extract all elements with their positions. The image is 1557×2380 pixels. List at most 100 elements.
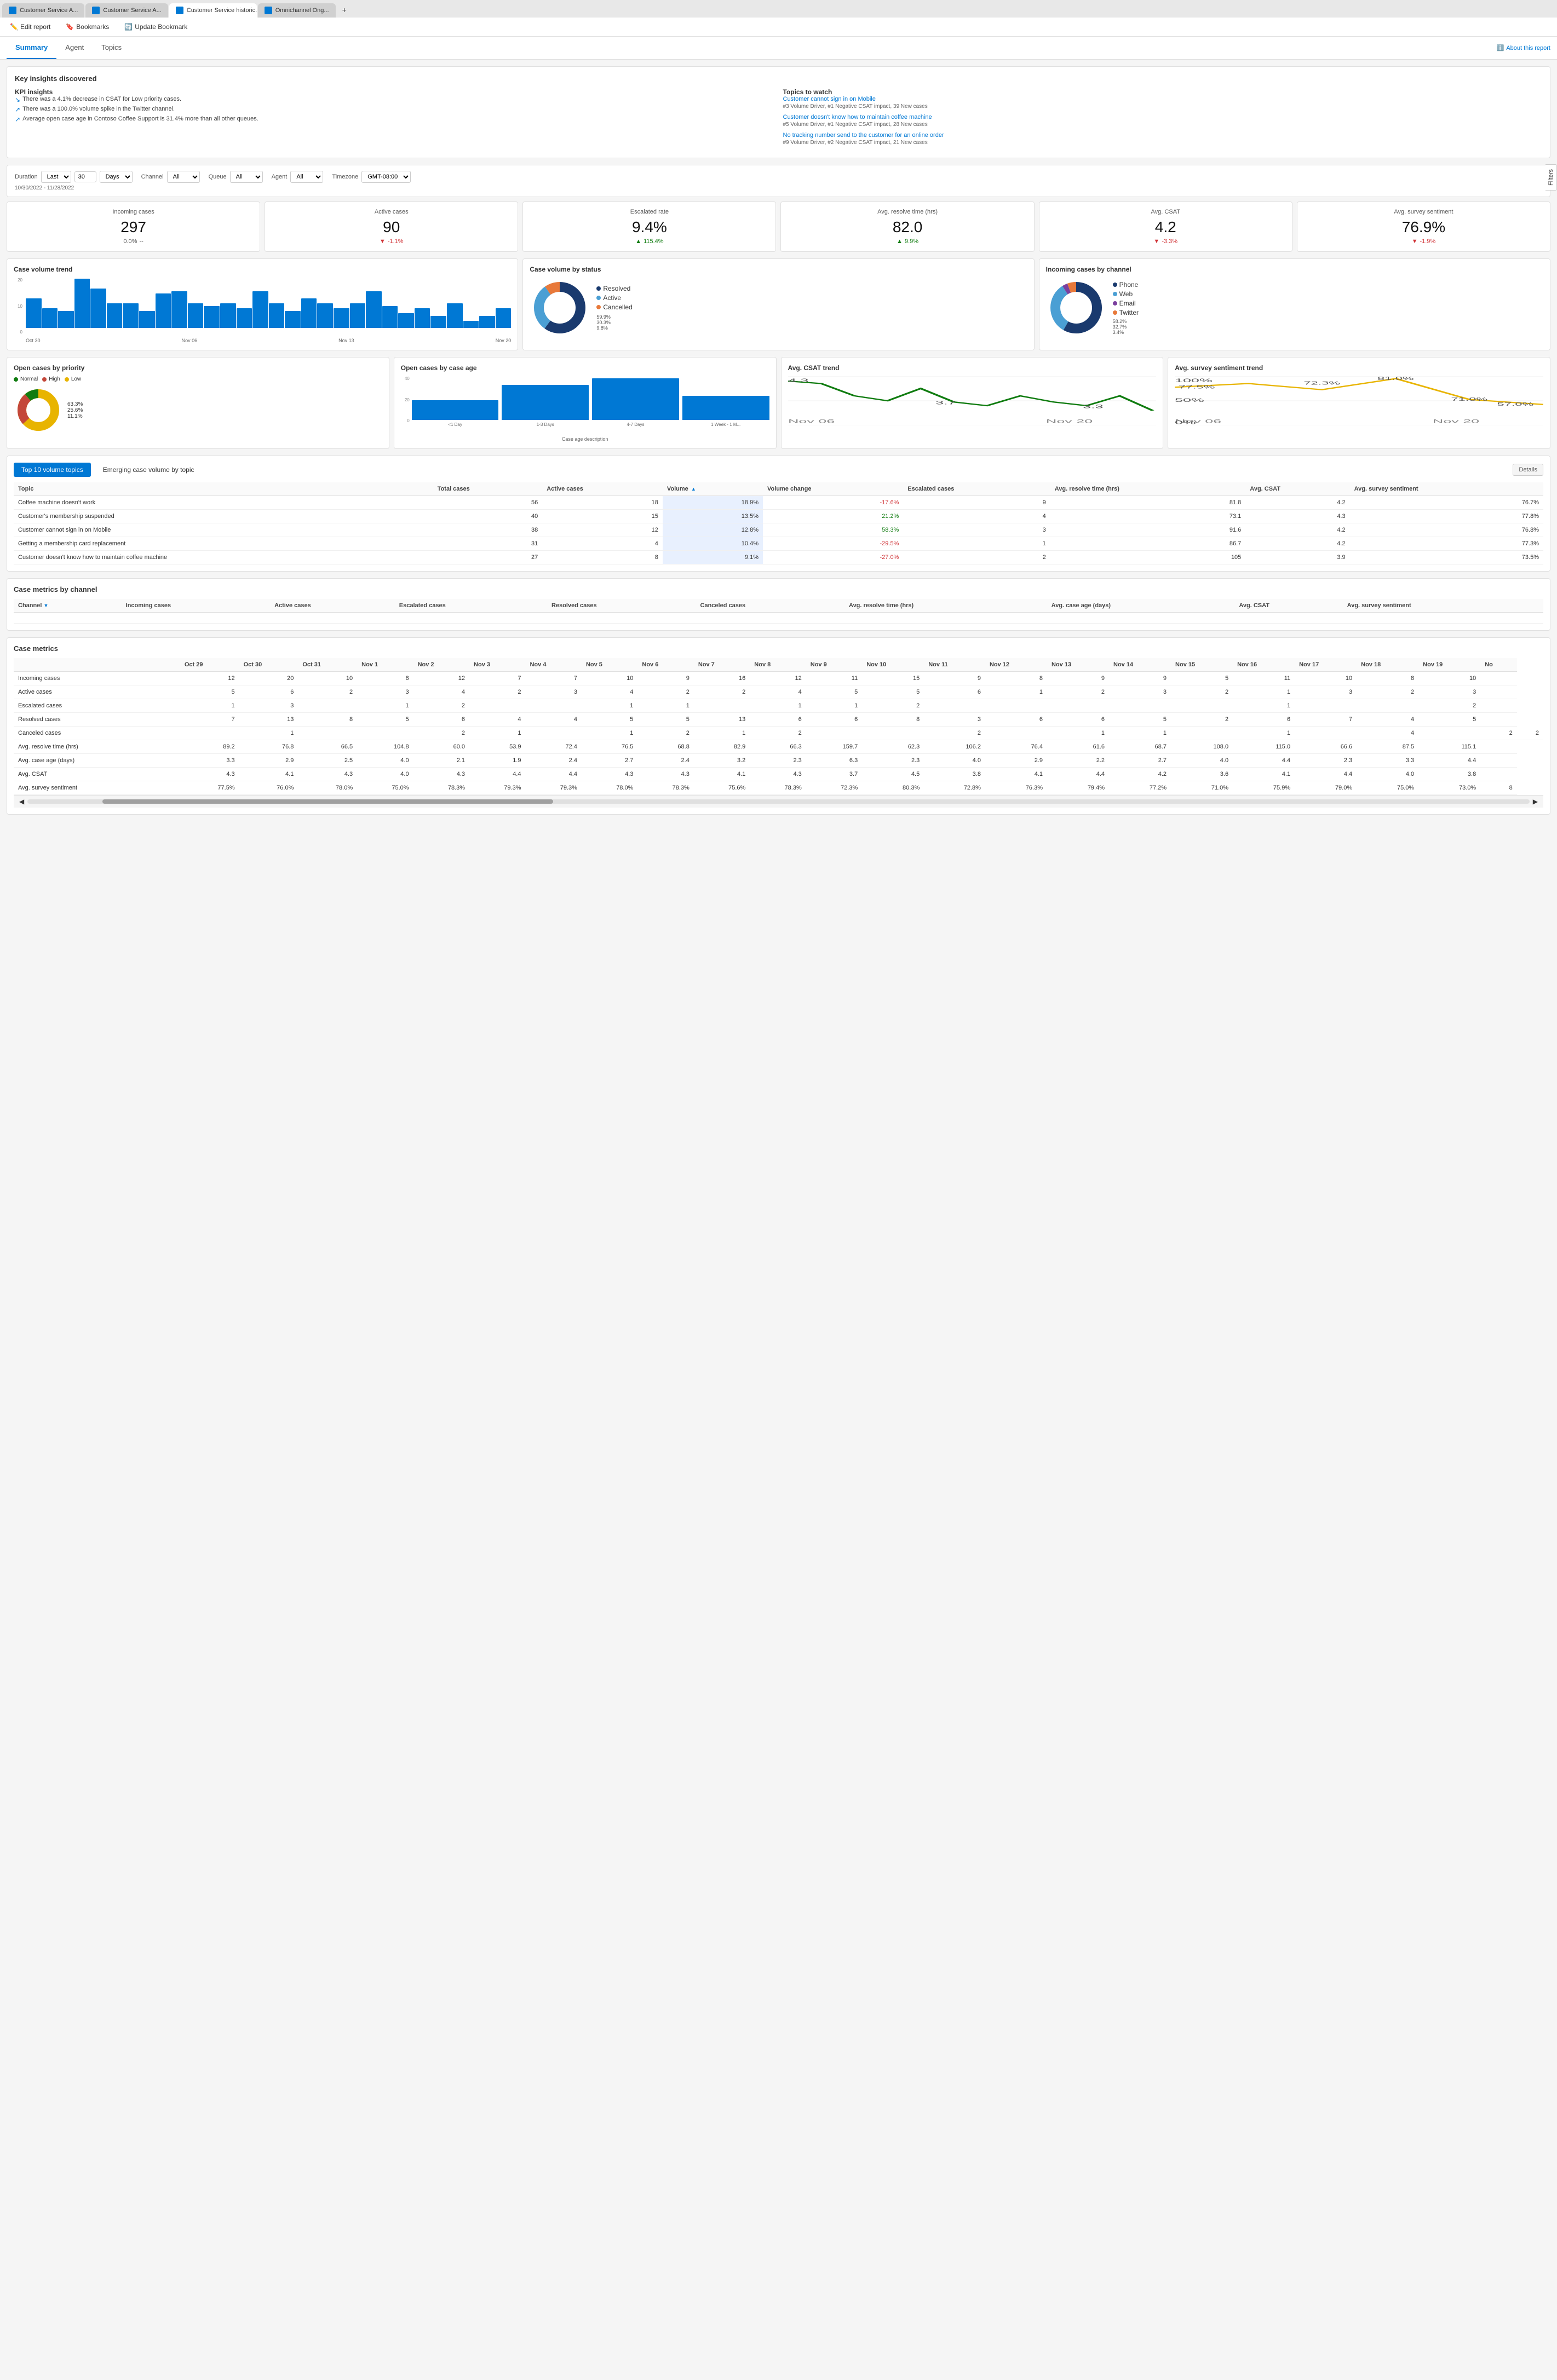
update-bookmark-button[interactable]: 🔄 Update Bookmark <box>121 21 191 33</box>
case-metrics-scroll[interactable]: Oct 29 Oct 30 Oct 31 Nov 1 Nov 2 Nov 3 N… <box>14 658 1543 795</box>
duration-unit-select[interactable]: Days <box>100 171 133 183</box>
cancelled-dot <box>596 305 601 309</box>
age-x-labels: <1 Day 1-3 Days 4-7 Days 1 Week - 1 M... <box>412 422 769 427</box>
tab-topics[interactable]: Topics <box>93 37 130 59</box>
volume-bar-4 <box>90 289 106 328</box>
tab-summary[interactable]: Summary <box>7 37 56 59</box>
volume-bar-10 <box>188 303 204 328</box>
about-this-report[interactable]: ℹ️ About this report <box>1497 44 1550 51</box>
cm-cell-7-19: 4.4 <box>1295 768 1357 781</box>
cm-cell-0-21: 10 <box>1418 672 1480 685</box>
topic-name-3: Getting a membership card replacement <box>14 537 433 551</box>
case-metrics-table: Oct 29 Oct 30 Oct 31 Nov 1 Nov 2 Nov 3 N… <box>14 658 1543 795</box>
scroll-left-arrow[interactable]: ◀ <box>16 798 27 805</box>
kpi-active-cases: Active cases 90 ▼ -1.1% <box>265 201 518 252</box>
tab-label-3: Customer Service historic... <box>187 7 257 14</box>
browser-tab-4[interactable]: Omnichannel Ong... <box>258 3 336 18</box>
cm-cell-8-16: 77.2% <box>1109 781 1171 795</box>
cm-cell-8-7: 78.0% <box>582 781 637 795</box>
kpi-csat-change: ▼ -3.3% <box>1046 238 1285 245</box>
toolbar: ✏️ Edit report 🔖 Bookmarks 🔄 Update Book… <box>0 18 1557 37</box>
cm-cell-8-3: 75.0% <box>357 781 413 795</box>
topic-link-2[interactable]: No tracking number send to the customer … <box>783 132 1543 139</box>
ch-col-csat: Avg. CSAT <box>1234 599 1342 613</box>
browser-tab-1[interactable]: Customer Service A... <box>2 3 84 18</box>
cm-cell-8-5: 79.3% <box>469 781 525 795</box>
topic-link-0[interactable]: Customer cannot sign in on Mobile <box>783 96 1543 102</box>
cm-cell-7-3: 4.0 <box>357 768 413 781</box>
volume-bar-15 <box>269 303 285 328</box>
case-age-chart: 40 20 0 <1 Day 1-3 Days 4-7 Days 1 Week … <box>401 376 769 436</box>
timezone-select[interactable]: GMT-08:00 <box>361 171 411 183</box>
cm-cell-0-6: 7 <box>525 672 581 685</box>
top-10-volume-topics-button[interactable]: Top 10 volume topics <box>14 463 91 477</box>
up-arrow-escalated: ▲ <box>635 238 641 245</box>
browser-tab-2[interactable]: Customer Service A... <box>85 3 168 18</box>
topic-escalated-1: 4 <box>903 510 1050 523</box>
bookmarks-button[interactable]: 🔖 Bookmarks <box>62 21 112 33</box>
cm-cell-8-9: 75.6% <box>694 781 750 795</box>
ch-col-active: Active cases <box>270 599 395 613</box>
cm-cell-7-5: 4.4 <box>469 768 525 781</box>
topic-meta-1: #5 Volume Driver, #1 Negative CSAT impac… <box>783 122 1543 128</box>
cm-cell-6-16: 2.7 <box>1109 754 1171 768</box>
col-escalated: Escalated cases <box>903 482 1050 496</box>
cm-cell-4-23: 2 <box>1517 727 1543 740</box>
cm-cell-5-3: 104.8 <box>357 740 413 754</box>
emerging-case-volume-button[interactable]: Emerging case volume by topic <box>95 463 202 477</box>
topic-total-3: 31 <box>433 537 543 551</box>
topic-row-0: Coffee machine doesn't work 56 18 18.9% … <box>14 496 1543 510</box>
topic-row-1: Customer's membership suspended 40 15 13… <box>14 510 1543 523</box>
cm-col-nov18: Nov 18 <box>1357 658 1418 672</box>
cm-cell-1-3: 3 <box>357 685 413 699</box>
ch-col-sentiment: Avg. survey sentiment <box>1343 599 1543 613</box>
topic-csat-1: 4.3 <box>1245 510 1349 523</box>
twitter-dot <box>1113 310 1117 315</box>
edit-report-button[interactable]: ✏️ Edit report <box>7 21 54 33</box>
agent-select[interactable]: All <box>290 171 323 183</box>
topic-volume-2: 12.8% <box>663 523 763 537</box>
svg-text:Nov 20: Nov 20 <box>1045 419 1092 424</box>
add-tab-button[interactable]: + <box>337 2 352 18</box>
topics-header: Top 10 volume topics Emerging case volum… <box>14 463 1543 477</box>
tab-icon-4 <box>265 7 272 14</box>
tab-label-4: Omnichannel Ong... <box>275 7 329 14</box>
topic-escalated-2: 3 <box>903 523 1050 537</box>
legend-phone: Phone <box>1113 281 1139 289</box>
cm-col-oct30: Oct 30 <box>239 658 298 672</box>
tab-agent[interactable]: Agent <box>56 37 93 59</box>
queue-select[interactable]: All <box>230 171 263 183</box>
details-button[interactable]: Details <box>1513 464 1543 476</box>
scroll-track[interactable] <box>27 799 1530 804</box>
filters-tab-button[interactable]: Filters <box>1545 164 1557 191</box>
filters-sidebar: Filters <box>1545 164 1557 191</box>
cm-col-nov1: Nov 1 <box>357 658 413 672</box>
channel-select[interactable]: All <box>167 171 200 183</box>
svg-text:81.0%: 81.0% <box>1377 376 1414 381</box>
arrow-icon-0: ↘ <box>15 96 20 103</box>
scroll-right-arrow[interactable]: ▶ <box>1530 798 1541 805</box>
cm-cell-7-6: 4.4 <box>525 768 581 781</box>
cm-cell-0-22 <box>1480 672 1517 685</box>
duration-preset-select[interactable]: Last <box>41 171 71 183</box>
topic-link-1[interactable]: Customer doesn't know how to maintain co… <box>783 114 1543 120</box>
topic-active-1: 15 <box>542 510 663 523</box>
case-age-axis-label: Case age description <box>401 436 769 442</box>
cm-cell-2-17 <box>1171 699 1233 713</box>
cm-col-nov13: Nov 13 <box>1047 658 1109 672</box>
cm-cell-6-19: 2.3 <box>1295 754 1357 768</box>
cm-cell-2-11: 1 <box>806 699 862 713</box>
browser-tab-3[interactable]: Customer Service historic... ✕ <box>169 3 257 18</box>
queue-label: Queue <box>209 174 227 180</box>
volume-bar-22 <box>382 306 398 329</box>
cm-cell-3-1: 13 <box>239 713 298 727</box>
cm-cell-2-1: 3 <box>239 699 298 713</box>
ch-col-incoming: Incoming cases <box>122 599 270 613</box>
cm-cell-7-18: 4.1 <box>1233 768 1295 781</box>
cm-cell-1-1: 6 <box>239 685 298 699</box>
topics-watch-col: Topics to watch Customer cannot sign in … <box>783 88 1543 150</box>
cm-cell-2-8: 1 <box>637 699 693 713</box>
cm-cell-3-5: 4 <box>469 713 525 727</box>
channel-metrics-empty-row <box>14 613 1543 624</box>
duration-value-input[interactable] <box>74 171 96 182</box>
